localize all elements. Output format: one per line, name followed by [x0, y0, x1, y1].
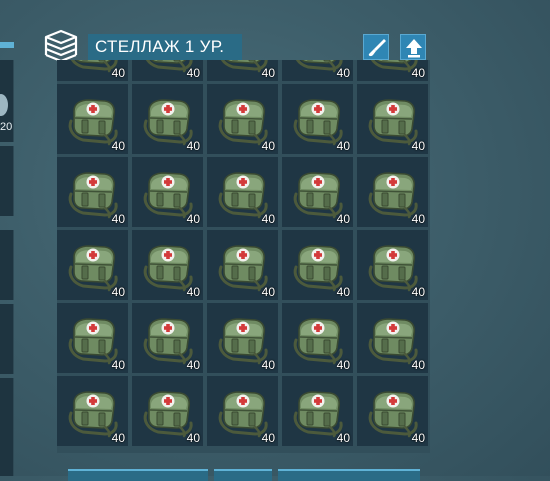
item-slot[interactable]: 40	[57, 157, 128, 227]
item-quantity: 40	[411, 66, 425, 80]
left-panel-slot[interactable]	[0, 378, 14, 476]
item-quantity: 40	[336, 66, 350, 80]
item-slot[interactable]: 40	[207, 84, 278, 154]
item-slot[interactable]: 40	[207, 60, 278, 81]
item-quantity: 40	[336, 139, 350, 153]
left-panel-slot[interactable]	[0, 146, 14, 216]
left-item-quantity: 20	[0, 121, 13, 133]
item-quantity: 40	[261, 358, 275, 372]
item-quantity: 40	[111, 358, 125, 372]
item-slot[interactable]: 40	[357, 376, 428, 446]
item-slot[interactable]: 40	[57, 376, 128, 446]
item-quantity: 40	[111, 285, 125, 299]
item-quantity: 40	[336, 285, 350, 299]
item-quantity: 40	[261, 139, 275, 153]
item-slot[interactable]: 40	[132, 84, 203, 154]
item-slot[interactable]: 40	[132, 230, 203, 300]
storage-rack-icon	[42, 28, 80, 63]
item-slot[interactable]: 40	[132, 60, 203, 81]
item-slot[interactable]: 40	[282, 60, 353, 81]
left-panel-tab[interactable]	[0, 42, 14, 48]
item-slot[interactable]: 40	[207, 230, 278, 300]
item-quantity: 40	[411, 285, 425, 299]
item-quantity: 40	[261, 431, 275, 445]
item-slot[interactable]: 40	[57, 303, 128, 373]
left-panel-slot[interactable]	[0, 304, 14, 374]
left-panel-slot[interactable]	[0, 230, 14, 300]
item-slot[interactable]: 40	[282, 376, 353, 446]
item-quantity: 40	[186, 285, 200, 299]
item-slot[interactable]: 40	[282, 84, 353, 154]
skin-brush-button[interactable]	[363, 34, 389, 60]
arrow-up-icon	[406, 39, 422, 58]
item-quantity: 40	[186, 431, 200, 445]
item-slot[interactable]: 40	[282, 303, 353, 373]
item-quantity: 40	[261, 212, 275, 226]
bottom-action-button[interactable]	[278, 469, 420, 481]
item-slot[interactable]: 40	[357, 84, 428, 154]
item-quantity: 40	[111, 212, 125, 226]
storage-title: СТЕЛЛАЖ 1 УР.	[88, 34, 242, 60]
item-slot[interactable]: 40	[57, 60, 128, 81]
paint-brush-icon	[368, 39, 386, 57]
item-quantity: 40	[261, 285, 275, 299]
item-quantity: 40	[261, 66, 275, 80]
item-slot[interactable]: 40	[207, 376, 278, 446]
item-quantity: 40	[411, 212, 425, 226]
item-slot[interactable]: 40	[132, 303, 203, 373]
item-quantity: 40	[336, 212, 350, 226]
item-quantity: 40	[111, 139, 125, 153]
item-slot[interactable]: 40	[357, 303, 428, 373]
item-quantity: 40	[411, 431, 425, 445]
item-quantity: 40	[411, 358, 425, 372]
item-slot[interactable]: 40	[207, 157, 278, 227]
item-quantity: 40	[336, 431, 350, 445]
item-quantity: 40	[186, 212, 200, 226]
item-quantity: 40	[336, 358, 350, 372]
item-slot[interactable]: 40	[57, 230, 128, 300]
item-quantity: 40	[186, 139, 200, 153]
bottom-action-button[interactable]	[214, 469, 272, 481]
item-quantity: 40	[186, 66, 200, 80]
upgrade-button[interactable]	[400, 34, 426, 60]
item-slot[interactable]: 40	[357, 157, 428, 227]
item-slot[interactable]: 40	[357, 230, 428, 300]
item-quantity: 40	[186, 358, 200, 372]
storage-grid: 40 40 40 40 40 40 40 40 40 40 40 40 40 4…	[57, 60, 430, 453]
item-slot[interactable]: 40	[207, 303, 278, 373]
item-slot[interactable]: 40	[57, 84, 128, 154]
item-quantity: 40	[111, 431, 125, 445]
item-quantity: 40	[411, 139, 425, 153]
item-slot[interactable]: 40	[282, 157, 353, 227]
item-slot[interactable]: 40	[132, 376, 203, 446]
item-slot[interactable]: 40	[357, 60, 428, 81]
item-slot[interactable]: 40	[282, 230, 353, 300]
bottom-action-button[interactable]	[68, 469, 208, 481]
item-quantity: 40	[111, 66, 125, 80]
item-slot[interactable]: 40	[132, 157, 203, 227]
